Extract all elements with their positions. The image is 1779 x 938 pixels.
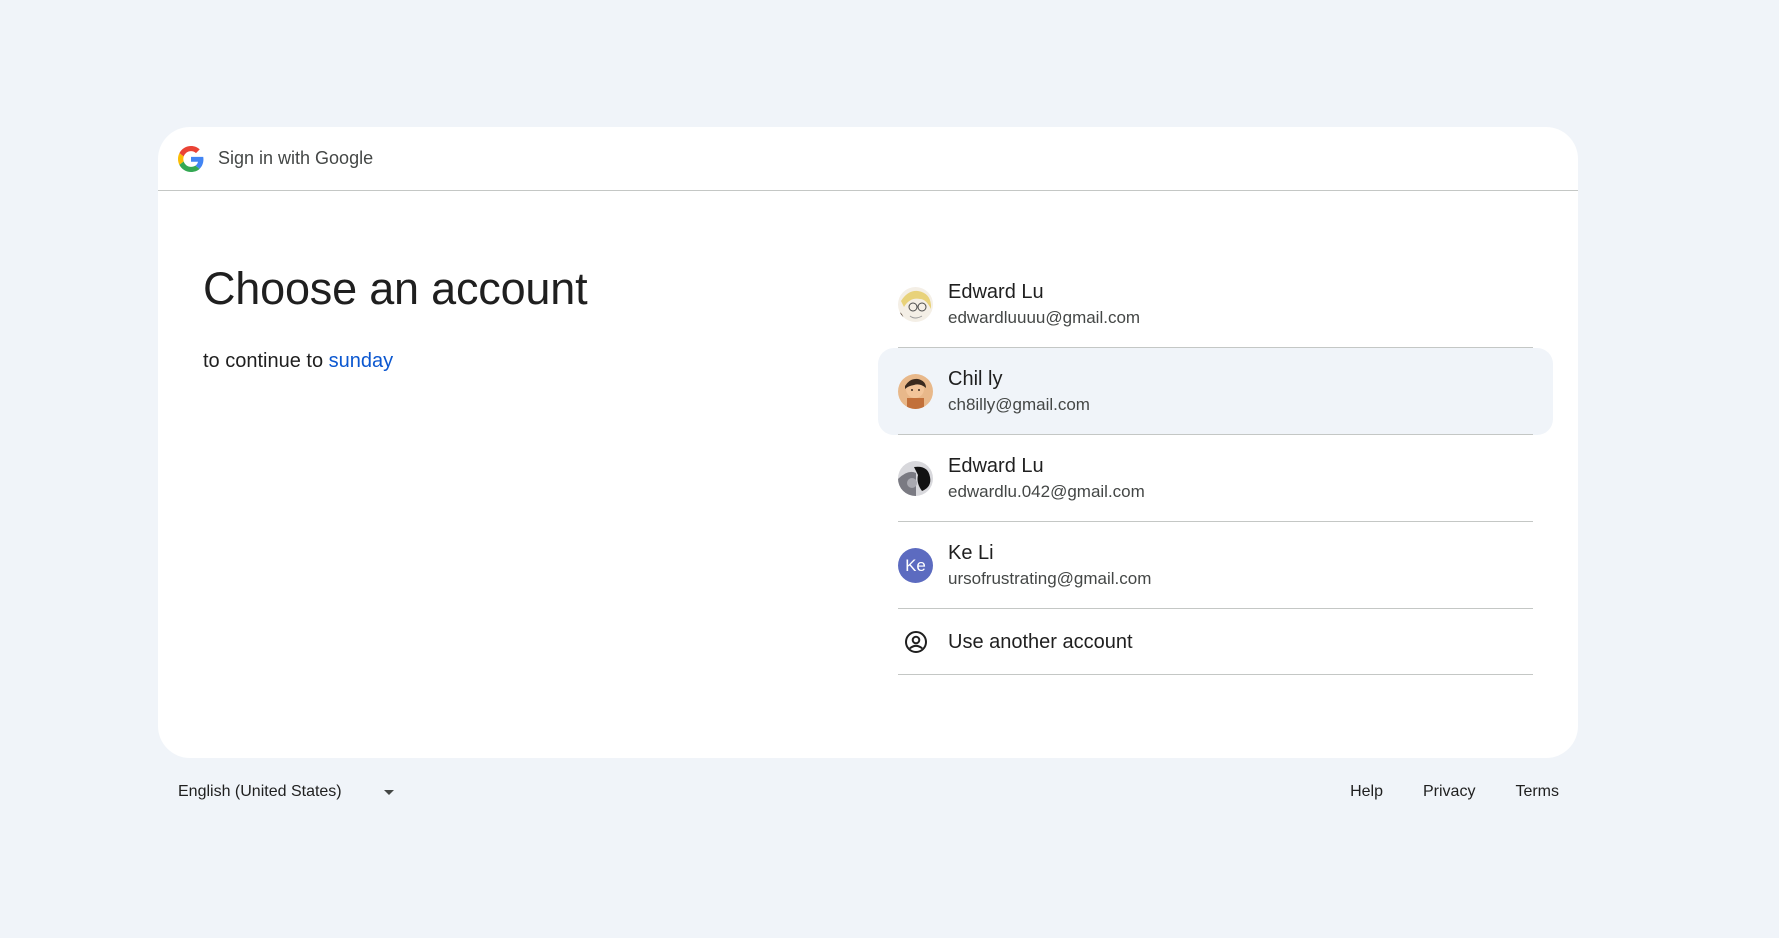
language-label: English (United States)	[178, 783, 342, 800]
app-name-link[interactable]: sunday	[329, 350, 394, 372]
use-another-account-label: Use another account	[948, 630, 1133, 653]
subtitle-prefix: to continue to	[203, 350, 324, 372]
left-pane: Choose an account to continue to sunday	[203, 262, 803, 373]
dark-photo-avatar	[898, 461, 933, 496]
language-select[interactable]: English (United States)	[178, 783, 394, 801]
anime-character-avatar	[898, 287, 933, 322]
use-another-account-button[interactable]: Use another account	[878, 609, 1553, 675]
account-text: Edward Lu edwardluuuu@gmail.com	[948, 279, 1140, 331]
footer: English (United States) Help Privacy Ter…	[178, 783, 1559, 801]
account-row[interactable]: Chil ly ch8illy@gmail.com	[878, 348, 1553, 435]
page-title: Choose an account	[203, 263, 588, 314]
account-email: edwardluuuu@gmail.com	[948, 307, 1141, 327]
account-row[interactable]: Edward Lu edwardlu.042@gmail.com	[878, 435, 1553, 522]
account-name: Ke Li	[948, 541, 994, 564]
sign-in-card: Sign in with Google Choose an account to…	[158, 127, 1578, 758]
orange-character-avatar	[898, 374, 933, 409]
account-text: Ke Li ursofrustrating@gmail.com	[948, 540, 1151, 592]
caret-down-icon	[383, 789, 394, 795]
header-title: Sign in with Google	[218, 148, 374, 168]
account-email: edwardlu.042@gmail.com	[948, 481, 1145, 501]
account-row[interactable]: Edward Lu edwardluuuu@gmail.com	[878, 261, 1553, 348]
account-name: Chil ly	[948, 367, 1003, 390]
google-g-icon	[178, 145, 204, 172]
account-row[interactable]: Ke Ke Li ursofrustrating@gmail.com	[878, 522, 1553, 609]
account-text: Chil ly ch8illy@gmail.com	[948, 366, 1090, 418]
terms-link[interactable]: Terms	[1515, 783, 1559, 801]
help-link[interactable]: Help	[1350, 783, 1383, 801]
account-text: Edward Lu edwardlu.042@gmail.com	[948, 453, 1145, 505]
card-header: Sign in with Google	[158, 127, 1578, 191]
person-circle-icon	[898, 625, 933, 660]
initials-avatar: Ke	[898, 548, 933, 583]
account-email: ursofrustrating@gmail.com	[948, 568, 1152, 588]
subtitle: to continue to sunday	[203, 350, 803, 373]
account-email: ch8illy@gmail.com	[948, 394, 1090, 414]
account-name: Edward Lu	[948, 454, 1044, 477]
account-name: Edward Lu	[948, 280, 1044, 303]
privacy-link[interactable]: Privacy	[1423, 783, 1475, 801]
account-list: Edward Lu edwardluuuu@gmail.com Chil ly …	[878, 261, 1553, 675]
footer-links: Help Privacy Terms	[1350, 783, 1559, 801]
